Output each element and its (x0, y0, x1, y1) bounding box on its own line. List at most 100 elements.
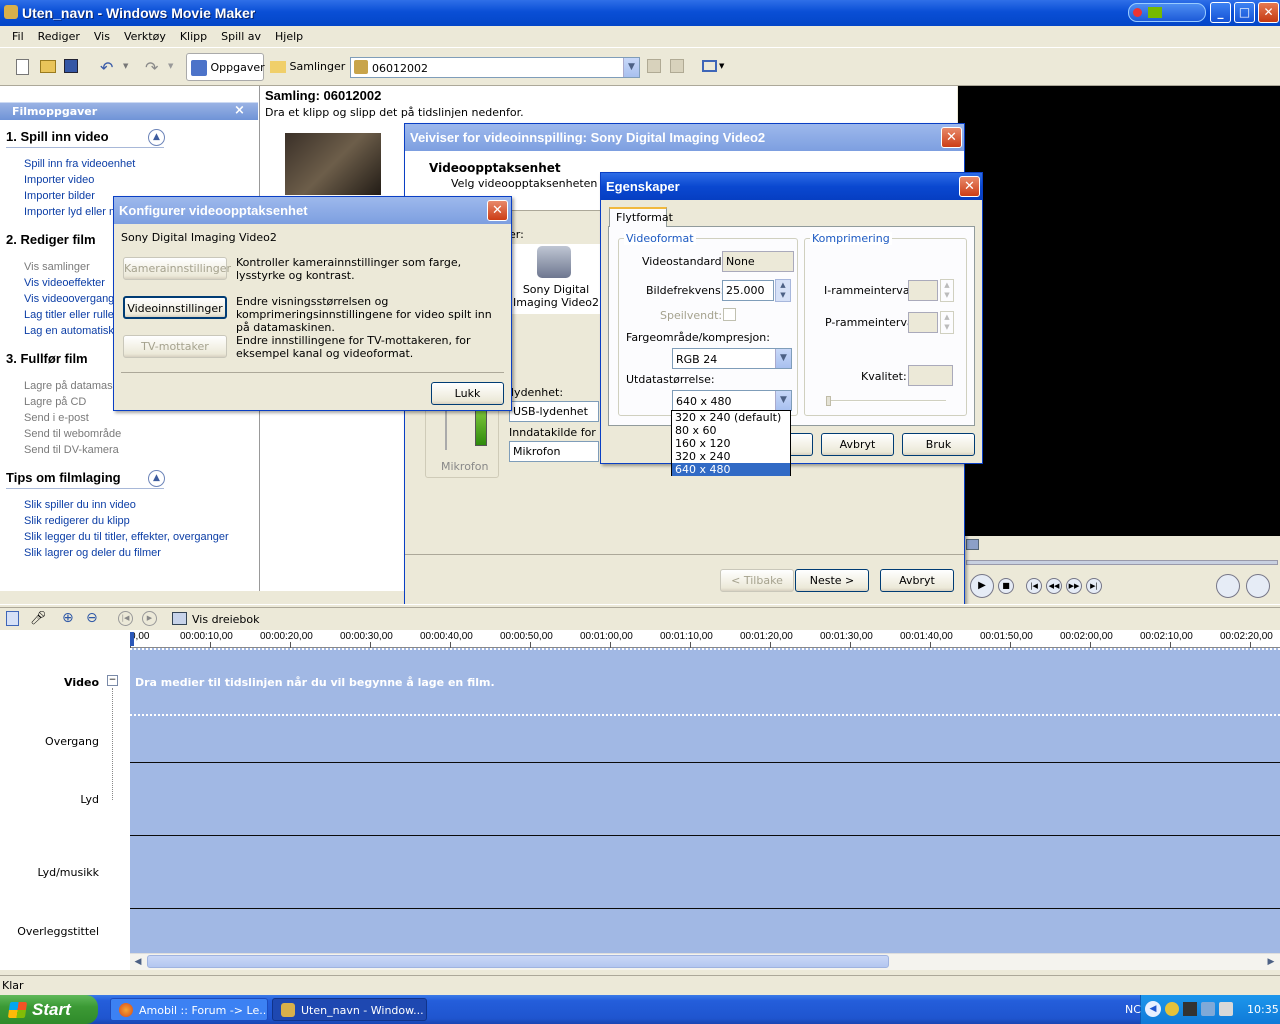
next-icon[interactable]: ▶| (1086, 578, 1102, 594)
menu-view[interactable]: Vis (87, 26, 117, 47)
undo-icon[interactable]: ↶ (100, 58, 113, 77)
menu-play[interactable]: Spill av (214, 26, 268, 47)
dropdown-option[interactable]: 80 x 60 (672, 424, 790, 437)
previous-icon[interactable]: |◀ (1026, 578, 1042, 594)
rewind-timeline-icon[interactable]: |◀ (118, 611, 133, 626)
collapse-icon[interactable]: ▲ (148, 129, 165, 146)
task-link[interactable]: Vis videoeffekter (24, 277, 105, 289)
zoom-out-icon[interactable]: ⊖ (86, 610, 98, 626)
maximize-button[interactable]: □ (1234, 2, 1255, 23)
tip-link[interactable]: Slik lagrer og deler du filmer (24, 547, 161, 559)
wizard-cancel-button[interactable]: Avbryt (880, 569, 954, 592)
split-view-icon[interactable] (966, 539, 979, 550)
task-link[interactable]: Send til DV-kamera (24, 444, 119, 456)
camera-settings-button[interactable]: Kamerainnstillinger (123, 257, 231, 280)
scroll-right-icon[interactable]: ▶ (1263, 954, 1279, 970)
seek-bar[interactable] (966, 560, 1278, 565)
snapshot-icon[interactable] (1246, 574, 1270, 598)
taskbar-item-moviemaker[interactable]: Uten_navn - Window... (272, 998, 427, 1021)
task-link[interactable]: Importer video (24, 174, 94, 186)
task-link[interactable]: Importer bilder (24, 190, 95, 202)
collapse-icon[interactable]: ▲ (148, 470, 165, 487)
play-icon[interactable]: ▶ (970, 574, 994, 598)
rewind-icon[interactable]: ◀◀ (1046, 578, 1062, 594)
storyboard-view-icon[interactable] (172, 612, 187, 625)
security-icon[interactable] (1165, 1002, 1179, 1016)
section-finish-title[interactable]: 3. Fullfør film (6, 351, 88, 366)
network-icon[interactable] (1201, 1002, 1215, 1016)
clip-thumbnail[interactable] (285, 133, 381, 195)
clock[interactable]: 10:35 (1247, 1003, 1279, 1016)
task-link[interactable]: Send til webområde (24, 428, 121, 440)
redo-dropdown-icon[interactable]: ▼ (168, 62, 173, 70)
task-link[interactable]: Lagre på CD (24, 396, 86, 408)
task-pane-close-icon[interactable]: × (234, 103, 245, 118)
collection-up-icon[interactable] (647, 59, 661, 73)
input-source-select[interactable]: Mikrofon (509, 441, 599, 462)
volume-icon[interactable] (1219, 1002, 1233, 1016)
playhead[interactable] (130, 632, 134, 646)
outputsize-select[interactable]: 640 x 480 ▼ (672, 390, 792, 411)
configure-close-icon[interactable]: ✕ (487, 200, 508, 221)
task-link[interactable]: Send i e-post (24, 412, 89, 424)
menu-tools[interactable]: Verktøy (117, 26, 173, 47)
play-timeline-icon[interactable]: ▶ (142, 611, 157, 626)
split-clip-icon[interactable] (1216, 574, 1240, 598)
tray-expand-icon[interactable]: ◀ (1145, 1001, 1161, 1017)
narrate-icon[interactable]: 🎤︎ (30, 611, 47, 626)
task-link[interactable]: Vis videoovergang (24, 293, 114, 305)
colorspace-select[interactable]: RGB 24 ▼ (672, 348, 792, 369)
section-tips-title[interactable]: Tips om filmlaging (6, 470, 121, 485)
tip-link[interactable]: Slik spiller du inn video (24, 499, 136, 511)
expand-track-icon[interactable]: − (107, 675, 118, 686)
task-link[interactable]: Vis samlinger (24, 261, 90, 273)
properties-apply-button[interactable]: Bruk (902, 433, 975, 456)
task-link[interactable]: Lag en automatisk (24, 325, 114, 337)
back-button[interactable]: < Tilbake (720, 569, 794, 592)
stop-icon[interactable]: ■ (998, 578, 1014, 594)
timeline-ruler[interactable]: 0,00 00:00:10,00 00:00:20,00 00:00:30,00 00:… (130, 630, 1280, 648)
menu-edit[interactable]: Rediger (31, 26, 87, 47)
framerate-spinner[interactable]: ▲ ▼ (775, 279, 791, 302)
forward-icon[interactable]: ▶▶ (1066, 578, 1082, 594)
audio-device-select[interactable]: USB-lydenhet (509, 401, 599, 422)
start-button[interactable]: Start (0, 995, 98, 1024)
storyboard-icon[interactable] (6, 611, 19, 626)
new-collection-icon[interactable] (670, 59, 684, 73)
scroll-left-icon[interactable]: ◀ (130, 954, 146, 970)
tasks-button[interactable]: Oppgaver (186, 53, 265, 81)
views-dropdown-icon[interactable]: ▼ (719, 62, 724, 70)
dropdown-option[interactable]: 160 x 120 (672, 437, 790, 450)
tv-tuner-button[interactable]: TV-mottaker (123, 335, 227, 358)
show-storyboard-button[interactable]: Vis dreiebok (192, 613, 260, 626)
dropdown-option-selected[interactable]: 640 x 480 (672, 463, 790, 476)
framerate-input[interactable]: 25.000 (722, 280, 774, 301)
views-icon[interactable] (702, 60, 717, 72)
tab-stream-format[interactable]: Flytformat (609, 207, 673, 227)
menu-clip[interactable]: Klipp (173, 26, 214, 47)
scroll-thumb[interactable] (147, 955, 889, 968)
task-link[interactable]: Lagre på datamask (24, 380, 118, 392)
redo-icon[interactable]: ↷ (145, 58, 158, 77)
wizard-close-icon[interactable]: ✕ (941, 127, 962, 148)
chevron-down-icon[interactable]: ▼ (775, 391, 791, 410)
undo-dropdown-icon[interactable]: ▼ (123, 62, 128, 70)
menu-file[interactable]: Fil (5, 26, 31, 47)
video-settings-button[interactable]: Videoinnstillinger (123, 296, 227, 319)
chevron-down-icon[interactable]: ▼ (623, 58, 639, 77)
section-capture-title[interactable]: 1. Spill inn video (6, 129, 109, 144)
flipped-checkbox[interactable] (723, 308, 736, 321)
collections-button[interactable]: Samlinger (266, 53, 345, 81)
device-item[interactable]: Sony Digital Imaging Video2 (513, 246, 599, 312)
properties-cancel-button[interactable]: Avbryt (821, 433, 894, 456)
chevron-down-icon[interactable]: ▼ (775, 349, 791, 368)
task-link[interactable]: Spill inn fra videoenhet (24, 158, 135, 170)
taskbar-item-browser[interactable]: Amobil :: Forum -> Le... (110, 998, 268, 1021)
configure-close-button[interactable]: Lukk (431, 382, 504, 405)
save-project-icon[interactable] (64, 59, 78, 73)
dropdown-option[interactable]: 320 x 240 (672, 450, 790, 463)
new-project-icon[interactable] (16, 59, 29, 75)
dropdown-option[interactable]: 320 x 240 (default) (672, 411, 790, 424)
tip-link[interactable]: Slik legger du til titler, effekter, ove… (24, 531, 229, 543)
language-indicator[interactable]: NC (1125, 1003, 1141, 1016)
